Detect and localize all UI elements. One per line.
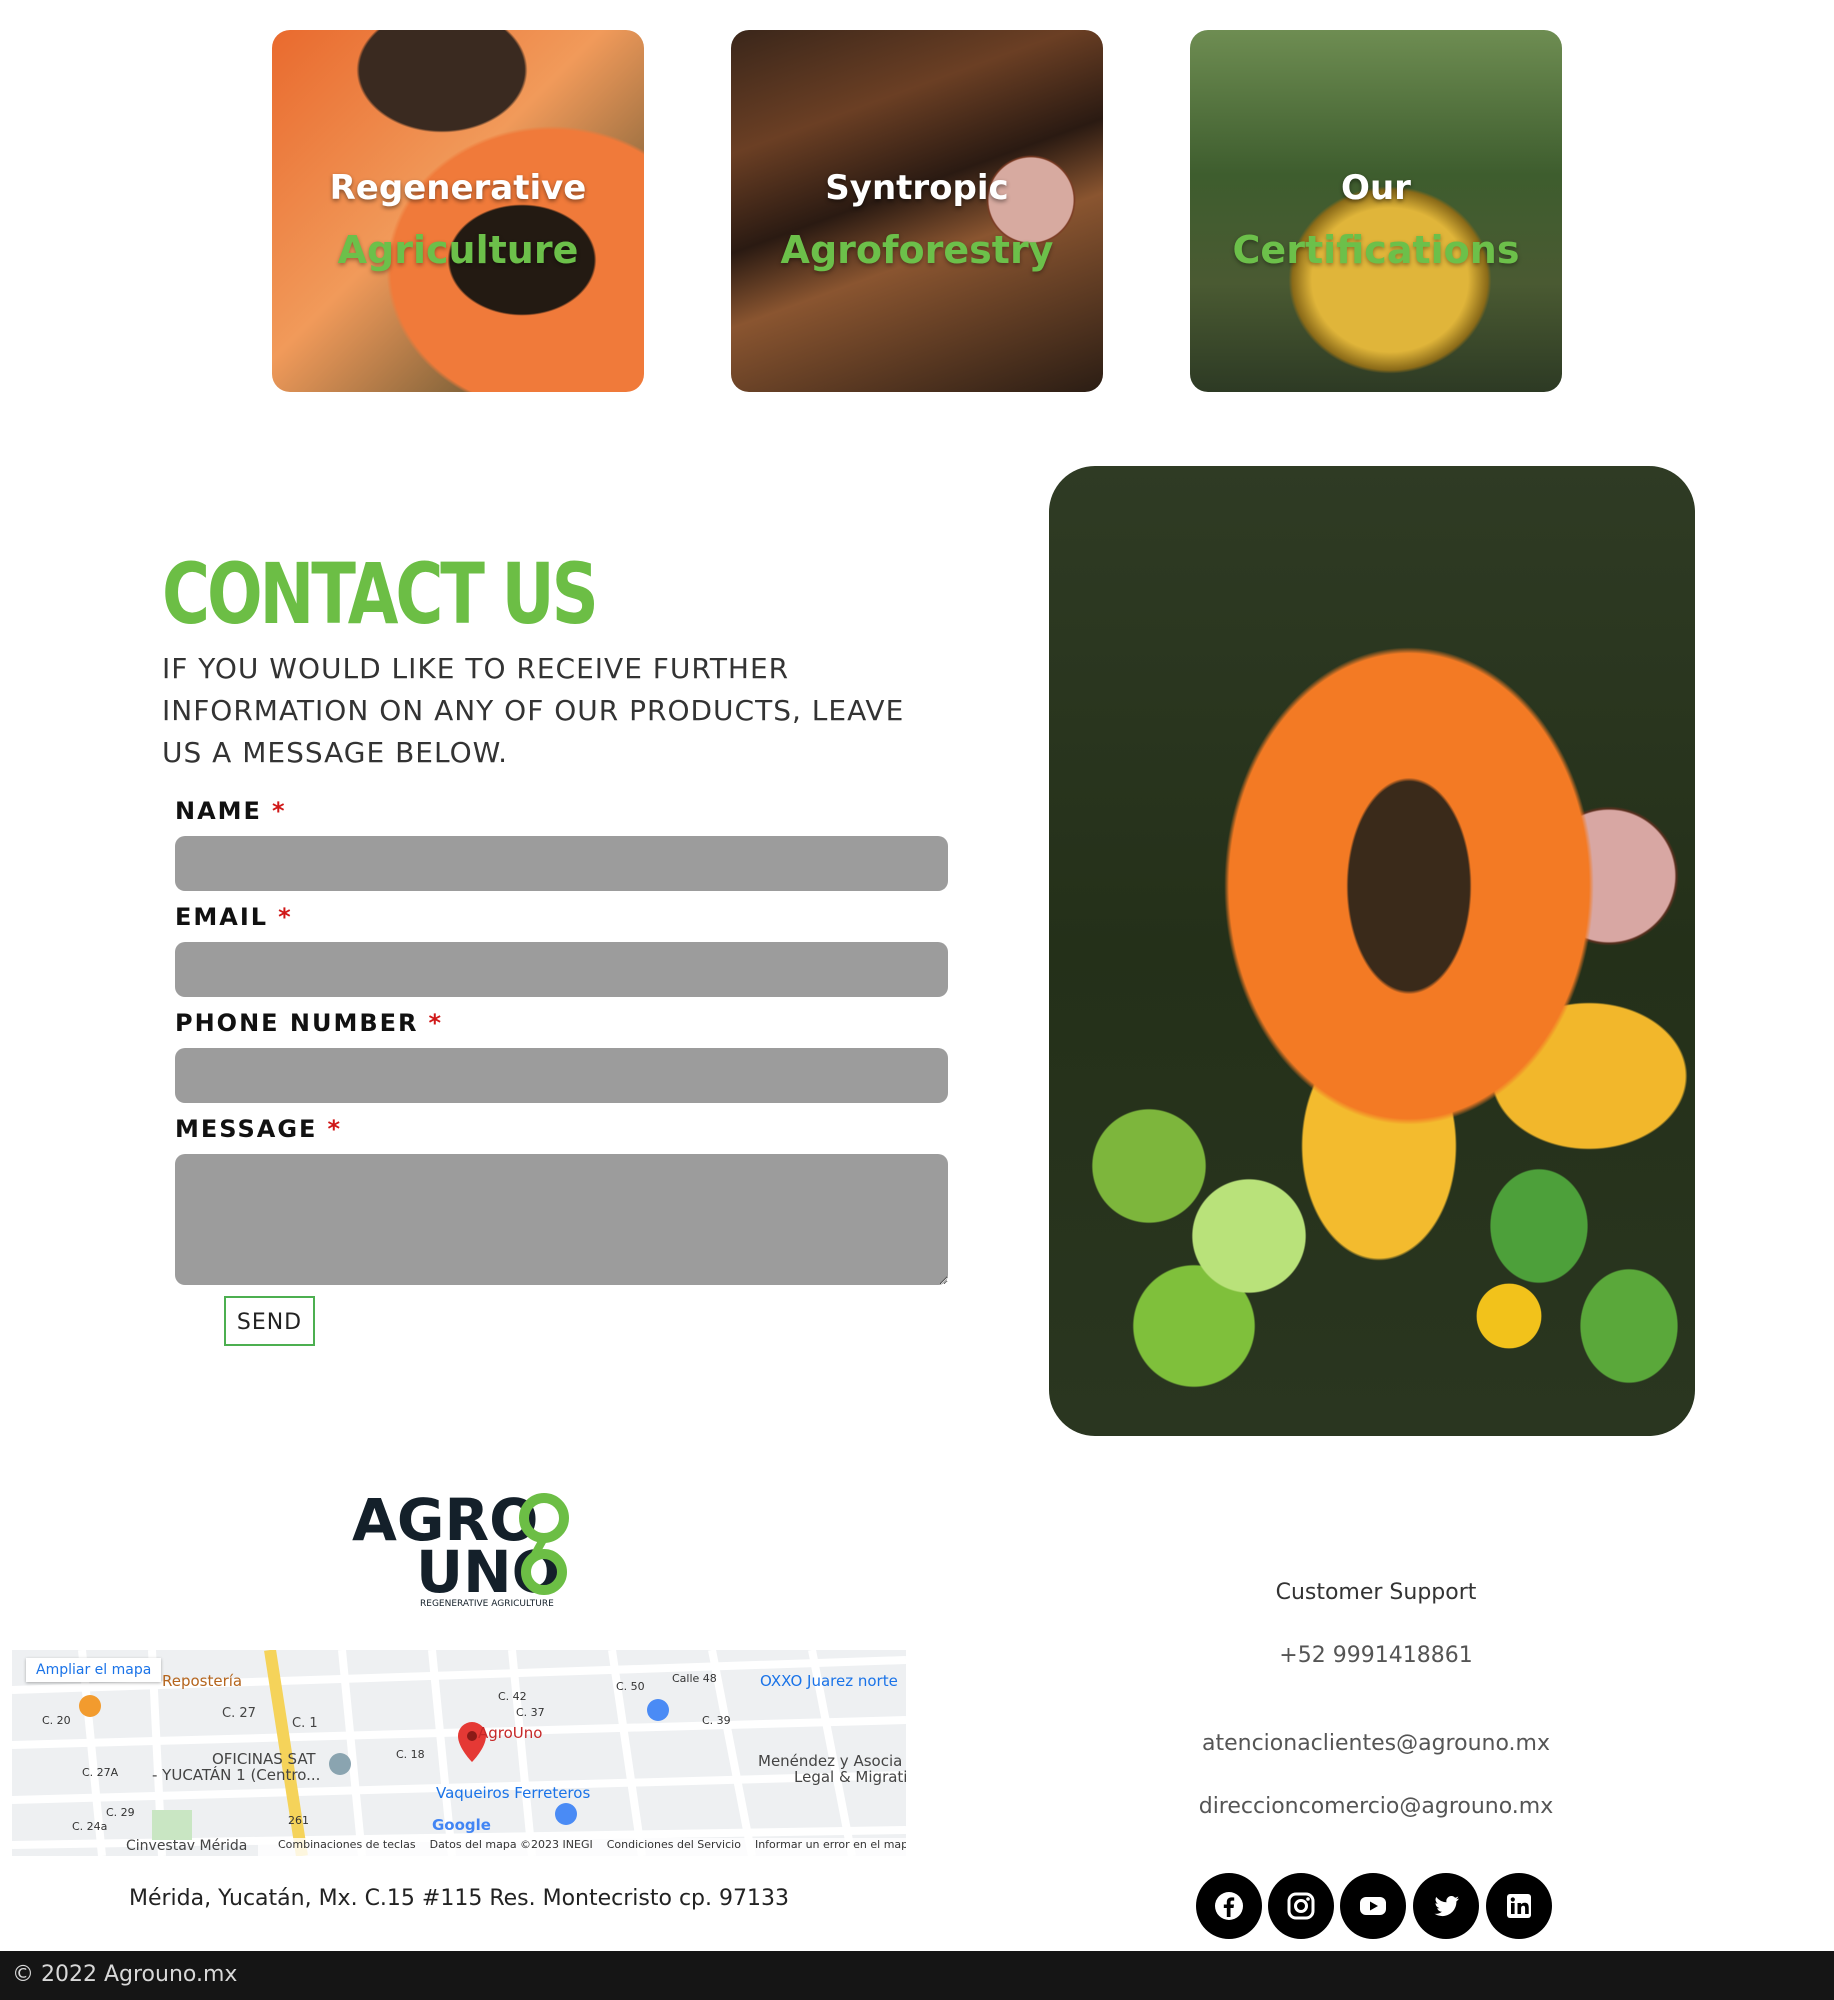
copyright-text: © 2022 Agrouno.mx [12,1962,238,1987]
map-expand-link[interactable]: Ampliar el mapa [26,1658,162,1682]
map-label: C. 29 [106,1806,135,1819]
card-our-certifications[interactable]: Our Certifications [1190,30,1562,392]
card-syntropic-agroforestry[interactable]: Syntropic Agroforestry [731,30,1103,392]
twitter-icon[interactable] [1413,1873,1479,1939]
map-label: OXXO Juarez norte [760,1672,898,1690]
commerce-email-link[interactable]: direccioncomercio@agrouno.mx [1135,1794,1617,1819]
map-label: C. 1 [292,1716,318,1731]
facebook-icon[interactable] [1196,1873,1262,1939]
map-label: C. 27 [222,1706,256,1721]
contact-title: CONTACT US [162,545,599,643]
map-label: C. 50 [616,1680,645,1693]
send-button[interactable]: SEND [224,1296,315,1346]
card-title-line2: Agroforestry [780,228,1054,272]
name-label: NAME * [175,797,287,825]
card-title-line1: Syntropic [825,168,1009,208]
youtube-icon[interactable] [1340,1873,1406,1939]
map-label: C. 20 [42,1714,71,1727]
card-title-line2: Certifications [1232,228,1520,272]
map-label: Calle 48 [672,1672,717,1685]
name-field[interactable] [175,836,948,891]
map-label: 261 [288,1814,309,1827]
support-title: Customer Support [1275,1580,1477,1605]
google-logo: Google [432,1816,491,1834]
map-label: C. 18 [396,1748,425,1761]
card-title-line1: Our [1341,168,1411,208]
phone-label: PHONE NUMBER * [175,1009,444,1037]
map-label: C. 27A [82,1766,119,1779]
map-footer-link[interactable]: Combinaciones de teclas [278,1838,416,1856]
map-label: Repostería [162,1672,243,1690]
location-map[interactable]: Ampliar el mapa Repostería C. 27 C. 1 OF… [12,1650,906,1856]
logo-tagline: REGENERATIVE AGRICULTURE [420,1599,554,1608]
agrouno-logo[interactable]: AGRO UNO REGENERATIVE AGRICULTURE [352,1486,582,1609]
map-label: C. 24a [72,1820,108,1833]
footer-bar [0,1951,1834,2000]
email-field[interactable] [175,942,948,997]
support-phone[interactable]: +52 9991418861 [1135,1643,1617,1668]
produce-image [1049,466,1695,1436]
support-email-link[interactable]: atencionaclientes@agrouno.mx [1135,1731,1617,1756]
card-title-line2: Agriculture [337,228,579,272]
map-label: C. 42 [498,1690,527,1703]
instagram-icon[interactable] [1268,1873,1334,1939]
map-footer-link[interactable]: Condiciones del Servicio [607,1838,741,1856]
card-regenerative-agriculture[interactable]: Regenerative Agriculture [272,30,644,392]
map-label: Legal & Migrati [794,1768,906,1786]
map-label: - YUCATÁN 1 (Centro... [152,1766,321,1784]
map-label: Cinvestav Mérida [126,1838,248,1854]
map-label: C. 37 [516,1706,545,1719]
phone-field[interactable] [175,1048,948,1103]
message-field[interactable] [175,1154,948,1285]
map-footer-link[interactable]: Informar un error en el mapa [755,1838,906,1856]
card-title-line1: Regenerative [329,168,587,208]
email-label: EMAIL * [175,903,293,931]
linkedin-icon[interactable] [1486,1873,1552,1939]
map-label: C. 39 [702,1714,731,1727]
message-label: MESSAGE * [175,1115,342,1143]
map-label: Vaqueiros Ferreteros [436,1784,591,1802]
map-label: AgroUno [478,1724,543,1742]
map-footer-text: Datos del mapa ©2023 INEGI [429,1838,593,1851]
address: Mérida, Yucatán, Mx. C.15 #115 Res. Mont… [129,1886,789,1911]
contact-subtitle: IF YOU WOULD LIKE TO RECEIVE FURTHER INF… [162,652,905,769]
